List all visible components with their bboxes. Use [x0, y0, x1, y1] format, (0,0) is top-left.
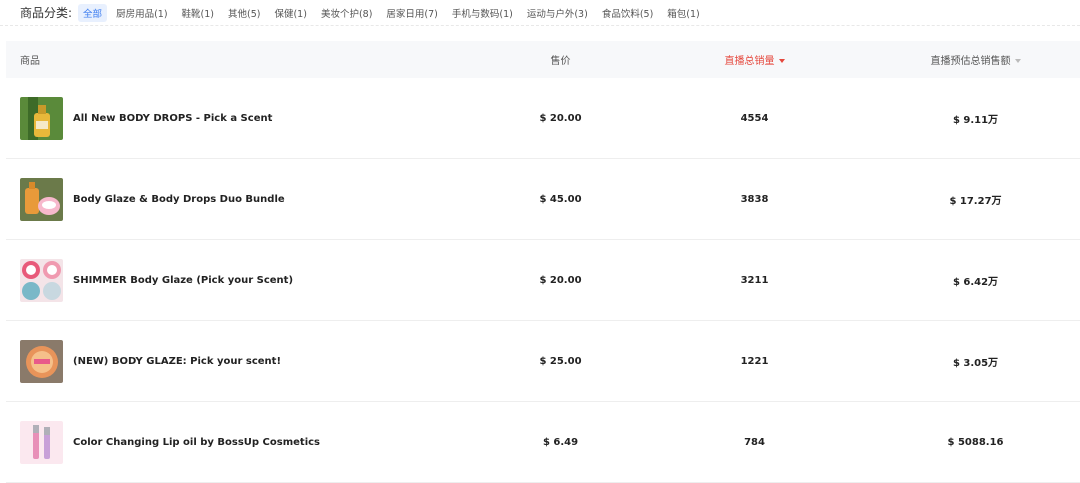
chip-outdoor[interactable]: 运动与户外(3): [522, 4, 593, 22]
price-cell: $ 20.00: [539, 274, 582, 286]
chip-other[interactable]: 其他(5): [223, 4, 265, 22]
chip-shoes[interactable]: 鞋靴(1): [177, 4, 219, 22]
product-cell: (NEW) BODY GLAZE: Pick your scent!: [6, 339, 483, 383]
product-thumbnail[interactable]: [20, 96, 63, 140]
amount-cell: $ 5088.16: [947, 436, 1004, 448]
sales-cell: 3838: [740, 193, 769, 205]
chip-health[interactable]: 保健(1): [269, 4, 311, 22]
chip-food[interactable]: 食品饮料(5): [597, 4, 658, 22]
sales-cell: 1221: [740, 355, 769, 367]
price-cell: $ 25.00: [539, 355, 582, 367]
table-row[interactable]: Color Changing Lip oil by BossUp Cosmeti…: [6, 402, 1080, 483]
amount-cell: $ 6.42万: [952, 276, 999, 288]
product-name[interactable]: Color Changing Lip oil by BossUp Cosmeti…: [73, 437, 320, 448]
amount-cell: $ 3.05万: [952, 357, 999, 369]
header-product: 商品: [20, 56, 40, 67]
sort-icon: [1014, 59, 1021, 63]
product-cell: Body Glaze & Body Drops Duo Bundle: [6, 177, 483, 221]
header-amount-label: 直播预估总销售额: [930, 56, 1011, 67]
table-row[interactable]: Body Glaze & Body Drops Duo Bundle $ 45.…: [6, 159, 1080, 240]
sales-cell: 784: [744, 436, 765, 448]
sales-cell: 3211: [740, 274, 769, 286]
chip-all[interactable]: 全部: [78, 3, 108, 22]
table-row[interactable]: All New BODY DROPS - Pick a Scent $ 20.0…: [6, 78, 1080, 159]
header-price: 售价: [550, 56, 571, 67]
chip-bags[interactable]: 箱包(1): [662, 4, 704, 22]
product-table: 商品 售价 直播总销量 直播预估总销售额 All New BODY DROPS …: [6, 41, 1080, 483]
table-header: 商品 售价 直播总销量 直播预估总销售额: [6, 41, 1080, 78]
price-cell: $ 20.00: [539, 112, 582, 124]
sort-desc-icon: [778, 59, 785, 63]
table-row[interactable]: SHIMMER Body Glaze (Pick your Scent) $ 2…: [6, 240, 1080, 321]
category-filter-bar: 商品分类: 全部 厨房用品(1) 鞋靴(1) 其他(5) 保健(1) 美妆个护(…: [0, 0, 1080, 26]
chip-digital[interactable]: 手机与数码(1): [447, 4, 518, 22]
product-cell: All New BODY DROPS - Pick a Scent: [6, 96, 483, 140]
header-sales-sort[interactable]: 直播总销量: [638, 52, 871, 67]
product-name[interactable]: SHIMMER Body Glaze (Pick your Scent): [73, 275, 293, 286]
filter-label: 商品分类:: [20, 6, 73, 20]
product-thumbnail[interactable]: [20, 420, 63, 464]
table-row[interactable]: (NEW) BODY GLAZE: Pick your scent! $ 25.…: [6, 321, 1080, 402]
product-name[interactable]: Body Glaze & Body Drops Duo Bundle: [73, 194, 285, 205]
product-cell: SHIMMER Body Glaze (Pick your Scent): [6, 258, 483, 302]
product-thumbnail[interactable]: [20, 339, 63, 383]
header-amount-sort[interactable]: 直播预估总销售额: [871, 52, 1080, 67]
sales-cell: 4554: [740, 112, 769, 124]
chip-home[interactable]: 居家日用(7): [381, 4, 442, 22]
price-cell: $ 45.00: [539, 193, 582, 205]
header-sales-label: 直播总销量: [724, 56, 775, 67]
product-name[interactable]: (NEW) BODY GLAZE: Pick your scent!: [73, 356, 281, 367]
price-cell: $ 6.49: [542, 436, 579, 448]
product-thumbnail[interactable]: [20, 177, 63, 221]
chip-kitchen[interactable]: 厨房用品(1): [111, 4, 172, 22]
product-cell: Color Changing Lip oil by BossUp Cosmeti…: [6, 420, 483, 464]
product-thumbnail[interactable]: [20, 258, 63, 302]
amount-cell: $ 9.11万: [952, 114, 999, 126]
product-name[interactable]: All New BODY DROPS - Pick a Scent: [73, 113, 272, 124]
chip-beauty[interactable]: 美妆个护(8): [316, 4, 377, 22]
amount-cell: $ 17.27万: [949, 195, 1002, 207]
